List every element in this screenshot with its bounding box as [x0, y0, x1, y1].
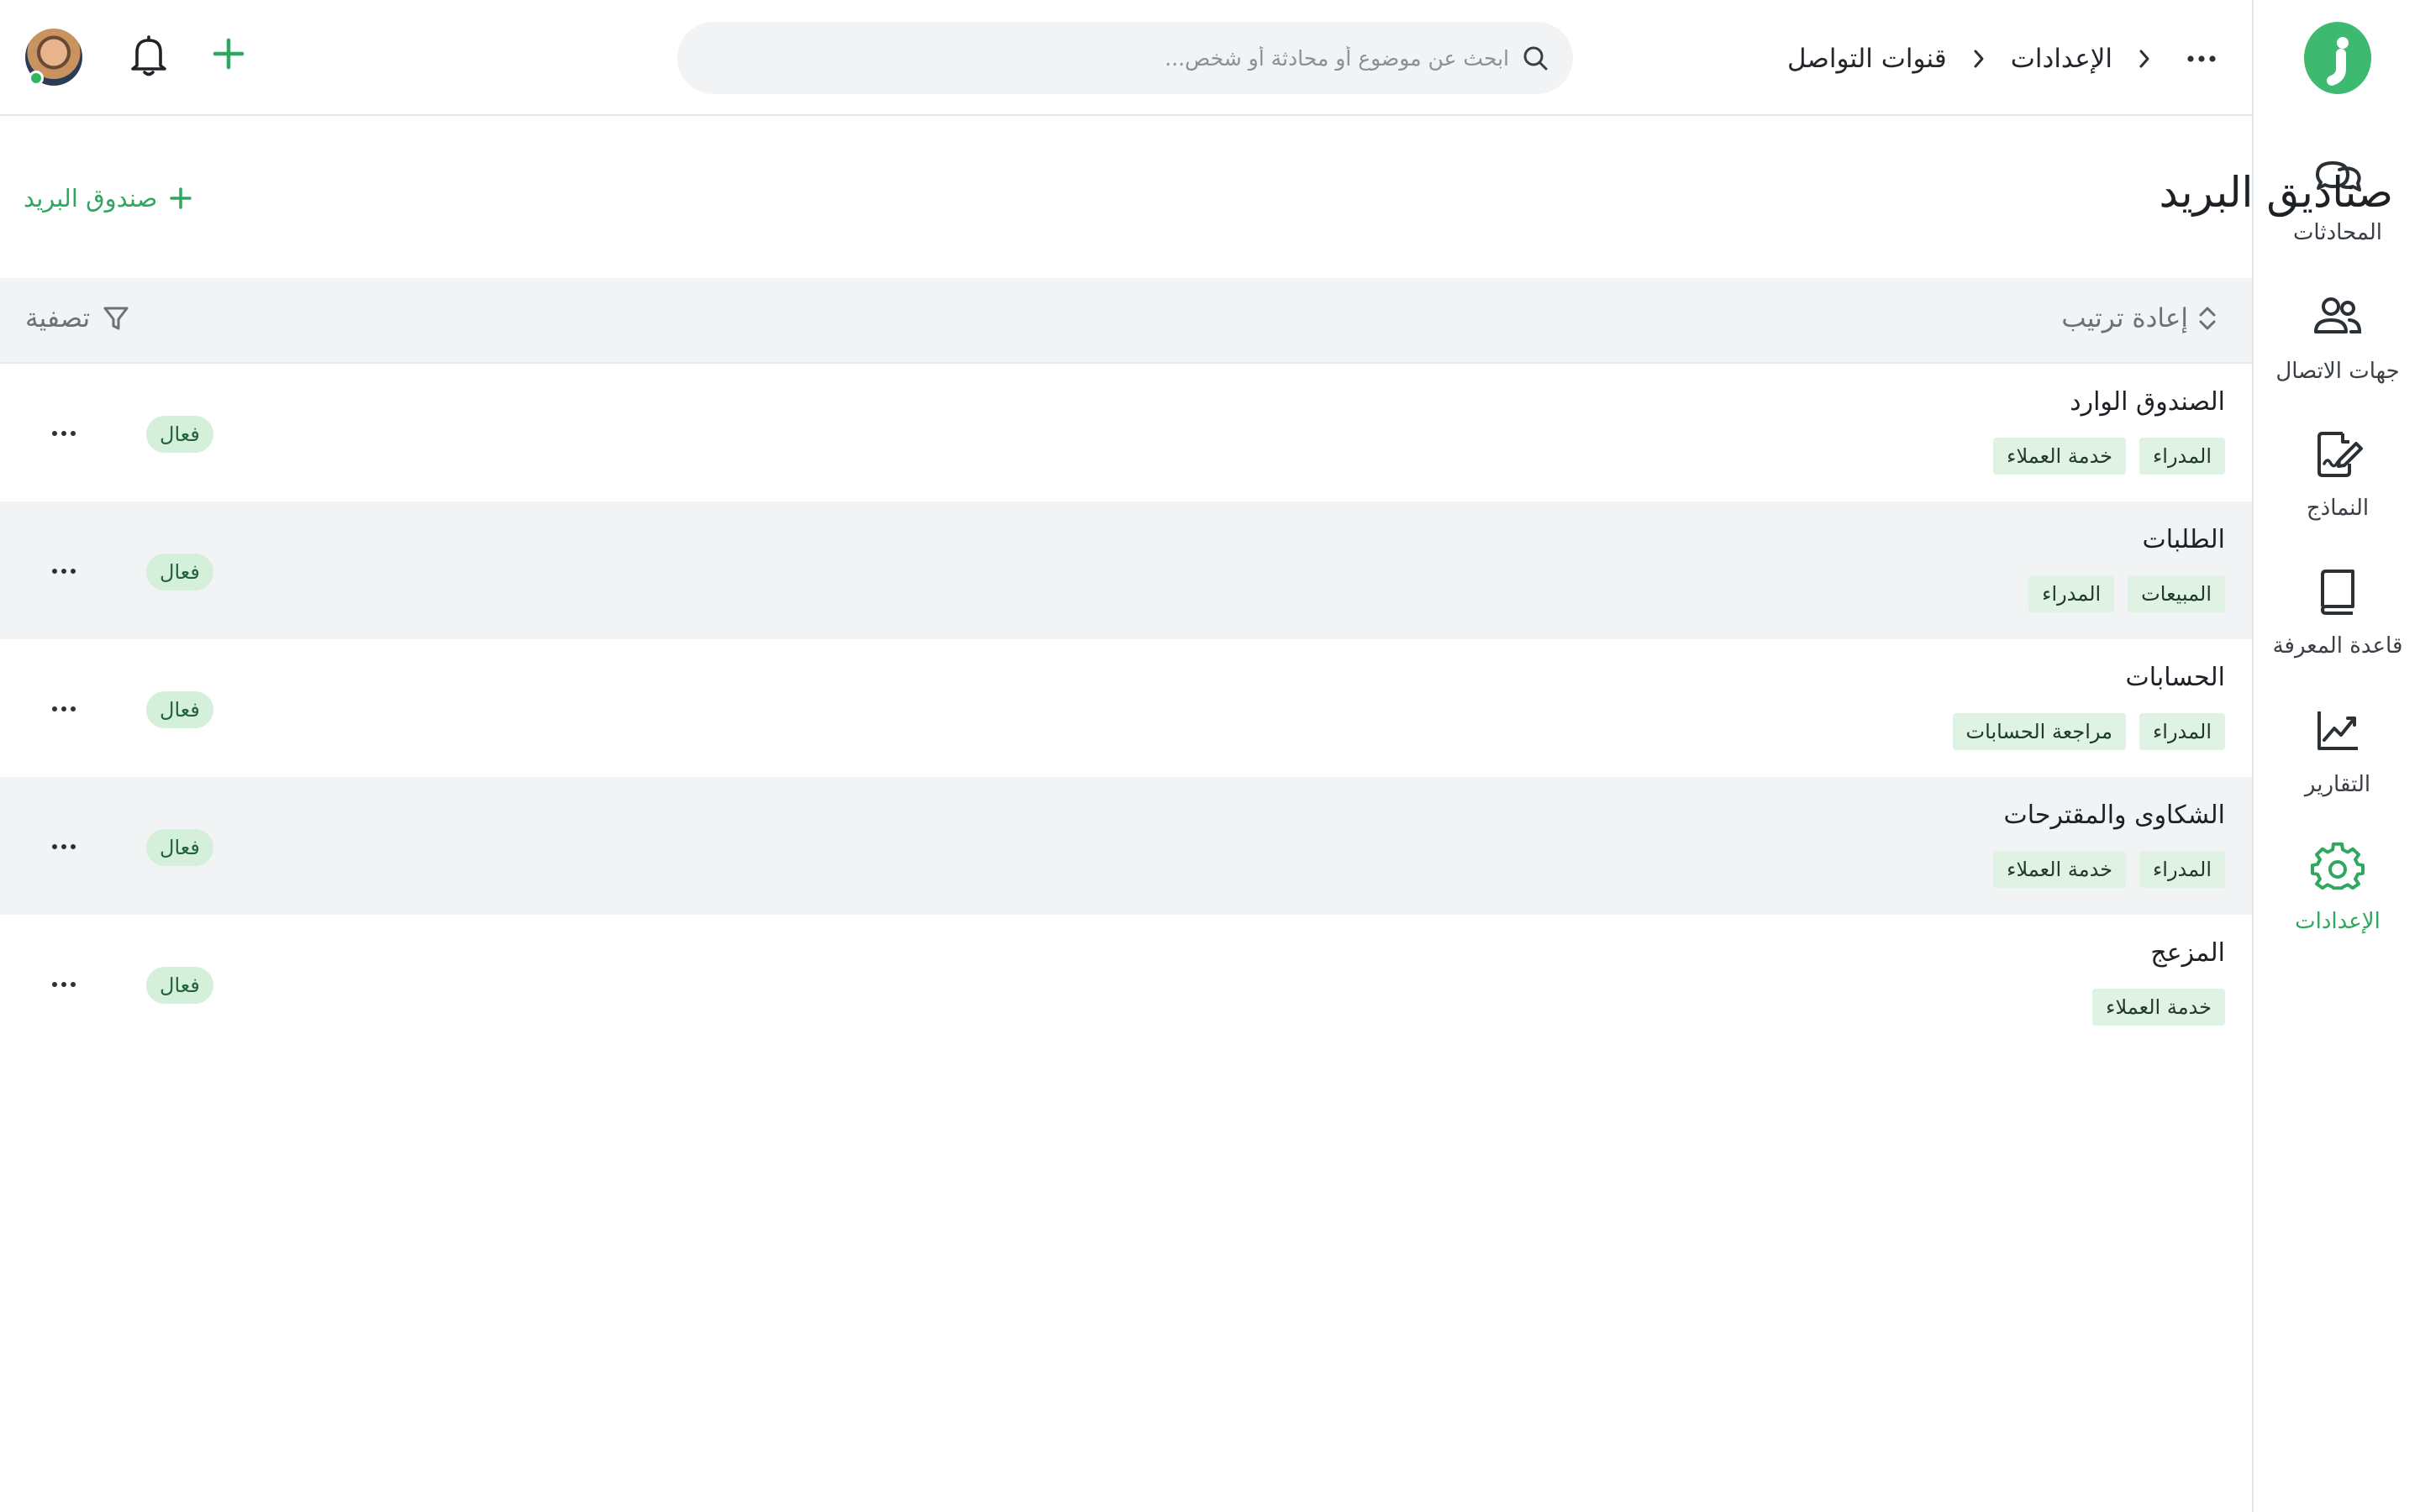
gear-icon [2311, 842, 2365, 890]
filter-label: تصفية [25, 303, 91, 333]
add-inbox-button[interactable]: صندوق البريد [24, 181, 192, 215]
inbox-tags: خدمة العملاء [2092, 989, 2225, 1026]
online-status-dot [29, 71, 44, 86]
more-horizontal-icon[interactable] [50, 428, 77, 439]
status-badge: فعال [146, 554, 213, 591]
chart-line-icon [2317, 711, 2358, 750]
inbox-tags: المدراء خدمة العملاء [1993, 438, 2225, 475]
inbox-name: الطلبات [2142, 525, 2225, 554]
more-horizontal-icon[interactable] [50, 979, 77, 990]
filter-button[interactable]: تصفية [25, 303, 130, 333]
table-row[interactable]: الصندوق الوارد المدراء خدمة العملاء فعال [0, 364, 2252, 501]
status-badge: فعال [146, 691, 213, 728]
inbox-name: الصندوق الوارد [2070, 387, 2225, 417]
inbox-tags: المبيعات المدراء [2028, 575, 2225, 612]
more-horizontal-icon[interactable] [50, 703, 77, 715]
tag-badge: المدراء [2139, 438, 2225, 475]
tag-badge: مراجعة الحسابات [1952, 713, 2126, 750]
sidebar-item-forms[interactable]: النماذج [2254, 427, 2420, 553]
search-icon [1523, 46, 1548, 71]
sidebar-item-label: الإعدادات [2295, 909, 2381, 934]
inbox-tags: المدراء خدمة العملاء [1993, 851, 2225, 888]
sidebar: المحادثات جهات الاتصال النماذج قاعدة الم… [2252, 0, 2420, 1512]
add-inbox-label: صندوق البريد [24, 184, 158, 213]
sidebar-item-settings[interactable]: الإعدادات [2254, 840, 2420, 966]
inbox-name: المزعج [2150, 938, 2225, 968]
tag-badge: المدراء [2139, 851, 2225, 888]
book-icon [2321, 570, 2354, 615]
inbox-list: الصندوق الوارد المدراء خدمة العملاء فعال… [0, 364, 2252, 1053]
sort-icon [2199, 307, 2216, 330]
avatar[interactable] [25, 29, 82, 86]
sidebar-item-knowledge-base[interactable]: قاعدة المعرفة [2254, 564, 2420, 690]
breadcrumb-settings[interactable]: الإعدادات [2011, 44, 2112, 74]
chevron-right-icon [1974, 50, 1984, 68]
tag-badge: المبيعات [2128, 575, 2225, 612]
top-header: الإعدادات قنوات التواصل [0, 0, 2252, 116]
page-title: صناديق البريد [2159, 168, 2393, 217]
app-window: المحادثات جهات الاتصال النماذج قاعدة الم… [0, 0, 2420, 1512]
table-row[interactable]: الشكاوى والمقترحات المدراء خدمة العملاء … [0, 777, 2252, 915]
status-badge: فعال [146, 967, 213, 1004]
search-bar[interactable] [677, 22, 1573, 94]
sidebar-item-contacts[interactable]: جهات الاتصال [2254, 290, 2420, 416]
table-row[interactable]: الطلبات المبيعات المدراء فعال [0, 501, 2252, 639]
more-horizontal-icon[interactable] [50, 565, 77, 577]
sidebar-item-reports[interactable]: التقارير [2254, 703, 2420, 829]
breadcrumb-channels[interactable]: قنوات التواصل [1787, 44, 1947, 74]
plus-icon [170, 187, 192, 209]
tag-badge: خدمة العملاء [2092, 989, 2225, 1026]
filter-icon [103, 307, 129, 330]
status-badge: فعال [146, 416, 213, 453]
tag-badge: خدمة العملاء [1993, 851, 2126, 888]
inbox-name: الحسابات [2125, 663, 2225, 692]
inbox-tags: المدراء مراجعة الحسابات [1952, 713, 2225, 750]
table-row[interactable]: الحسابات المدراء مراجعة الحسابات فعال [0, 639, 2252, 777]
search-input[interactable] [753, 37, 1509, 79]
breadcrumb: الإعدادات قنوات التواصل [1787, 34, 2218, 84]
reorder-label: إعادة ترتيب [2061, 303, 2188, 333]
more-horizontal-icon[interactable] [2185, 50, 2218, 67]
chevron-right-icon [2139, 50, 2149, 68]
app-logo-icon[interactable] [2304, 22, 2371, 94]
sidebar-item-label: قاعدة المعرفة [2272, 633, 2403, 659]
tag-badge: خدمة العملاء [1993, 438, 2126, 475]
bell-icon[interactable] [129, 34, 168, 77]
sidebar-item-label: التقارير [2304, 772, 2371, 797]
table-row[interactable]: المزعج خدمة العملاء فعال [0, 915, 2252, 1053]
status-badge: فعال [146, 829, 213, 866]
tag-badge: المدراء [2028, 575, 2115, 612]
inbox-name: الشكاوى والمقترحات [2003, 801, 2225, 830]
sidebar-item-label: النماذج [2306, 496, 2370, 521]
reorder-button[interactable]: إعادة ترتيب [2061, 303, 2218, 333]
contacts-icon [2314, 297, 2362, 333]
more-horizontal-icon[interactable] [50, 841, 77, 853]
sidebar-item-label: المحادثات [2292, 220, 2383, 245]
list-toolbar: إعادة ترتيب تصفية [0, 278, 2252, 364]
tag-badge: المدراء [2139, 713, 2225, 750]
plus-icon[interactable] [212, 37, 245, 71]
sidebar-item-label: جهات الاتصال [2275, 359, 2400, 384]
form-edit-icon [2317, 432, 2363, 477]
